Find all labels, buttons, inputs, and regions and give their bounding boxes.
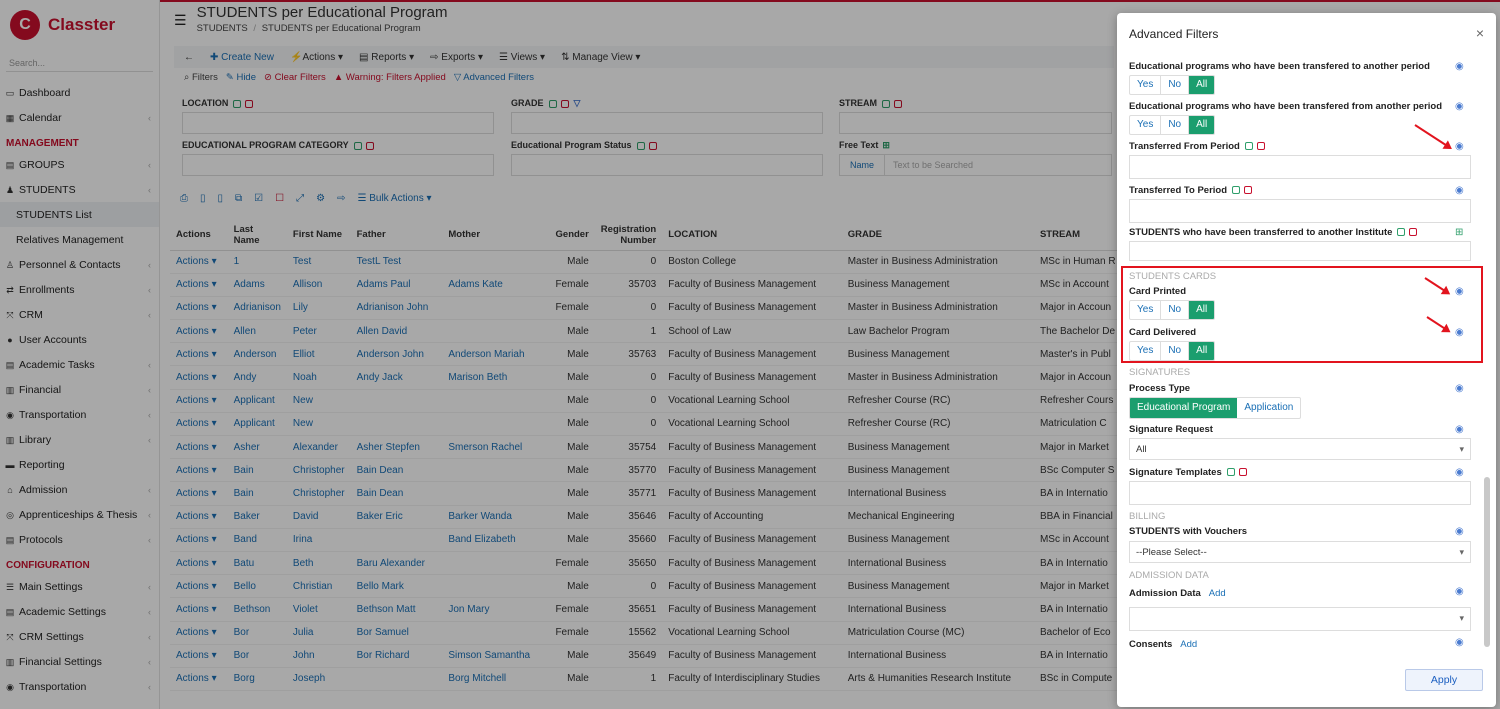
uncheck-icon[interactable]: [1256, 142, 1265, 151]
signature-templates-text: Signature Templates: [1129, 467, 1222, 478]
eye-slash-icon[interactable]: ◉: [1455, 327, 1464, 338]
transferred-to-period-input[interactable]: [1129, 199, 1471, 223]
card-delivered-label: Card Delivered: [1129, 327, 1197, 338]
card-delivered-toggle: Yes No All: [1129, 341, 1216, 361]
no-button[interactable]: No: [1161, 116, 1190, 134]
yes-button[interactable]: Yes: [1130, 342, 1162, 360]
students-cards-section: STUDENTS CARDS: [1129, 271, 1217, 282]
admission-data-add-link[interactable]: Add: [1209, 588, 1226, 599]
transfered-to-period-toggle: Yes No All: [1129, 75, 1216, 95]
process-type-label: Process Type: [1129, 383, 1191, 394]
eye-slash-icon[interactable]: ◉: [1455, 101, 1464, 112]
transferred-to-period-label: Transferred To Period: [1129, 185, 1253, 196]
scrollbar-thumb[interactable]: [1484, 477, 1490, 647]
eye-slash-icon[interactable]: ◉: [1455, 526, 1464, 537]
signatures-section: SIGNATURES: [1129, 367, 1191, 378]
transferred-institute-input[interactable]: [1129, 241, 1471, 261]
advanced-filters-modal: Advanced Filters × Educational programs …: [1117, 13, 1496, 707]
consents-text: Consents: [1129, 639, 1173, 650]
no-button[interactable]: No: [1161, 342, 1190, 360]
all-button[interactable]: All: [1189, 76, 1215, 94]
close-icon[interactable]: ×: [1476, 25, 1484, 41]
check-icon[interactable]: [1226, 468, 1235, 477]
transfered-to-period-label: Educational programs who have been trans…: [1129, 61, 1430, 72]
yes-button[interactable]: Yes: [1130, 301, 1162, 319]
admission-data-select[interactable]: [1129, 607, 1471, 631]
eye-slash-icon[interactable]: ◉: [1455, 286, 1464, 297]
process-type-toggle: Educational Program Application: [1129, 397, 1302, 419]
modal-scrollbar[interactable]: [1484, 57, 1490, 657]
yes-button[interactable]: Yes: [1130, 116, 1162, 134]
transferred-to-period-text: Transferred To Period: [1129, 185, 1228, 196]
eye-slash-icon[interactable]: ◉: [1455, 586, 1464, 597]
admission-data-label: Admission Data Add: [1129, 588, 1226, 599]
eye-slash-icon[interactable]: ◉: [1455, 185, 1464, 196]
uncheck-icon[interactable]: [1238, 468, 1247, 477]
check-icon[interactable]: [1397, 228, 1406, 237]
admission-data-section: ADMISSION DATA: [1129, 570, 1209, 581]
signature-templates-input[interactable]: [1129, 481, 1471, 505]
modal-title: Advanced Filters: [1129, 27, 1219, 41]
vouchers-label: STUDENTS with Vouchers: [1129, 526, 1248, 537]
check-icon[interactable]: [1232, 186, 1241, 195]
grid-icon[interactable]: ⊞: [1455, 227, 1463, 238]
eye-slash-icon[interactable]: ◉: [1455, 61, 1464, 72]
uncheck-icon[interactable]: [1244, 186, 1253, 195]
card-printed-toggle: Yes No All: [1129, 300, 1216, 320]
card-printed-label: Card Printed: [1129, 286, 1187, 297]
transfered-from-period-toggle: Yes No All: [1129, 115, 1216, 135]
vouchers-select[interactable]: --Please Select--: [1129, 541, 1471, 563]
all-button[interactable]: All: [1189, 301, 1215, 319]
transferred-from-period-text: Transferred From Period: [1129, 141, 1240, 152]
yes-button[interactable]: Yes: [1130, 76, 1162, 94]
transfered-from-period-label: Educational programs who have been trans…: [1129, 101, 1443, 112]
admission-data-text: Admission Data: [1129, 588, 1201, 599]
eye-slash-icon[interactable]: ◉: [1455, 141, 1464, 152]
transferred-from-period-input[interactable]: [1129, 155, 1471, 179]
all-button[interactable]: All: [1189, 342, 1215, 360]
process-type-educational-program[interactable]: Educational Program: [1130, 398, 1238, 418]
eye-slash-icon[interactable]: ◉: [1455, 467, 1464, 478]
check-icon[interactable]: [1244, 142, 1253, 151]
consents-label: Consents Add: [1129, 639, 1197, 650]
apply-button[interactable]: Apply: [1405, 669, 1483, 691]
signature-request-label: Signature Request: [1129, 424, 1213, 435]
all-button[interactable]: All: [1189, 116, 1215, 134]
signature-request-select[interactable]: All: [1129, 438, 1471, 460]
transferred-from-period-label: Transferred From Period: [1129, 141, 1265, 152]
transferred-institute-text: STUDENTS who have been transferred to an…: [1129, 227, 1393, 238]
uncheck-icon[interactable]: [1409, 228, 1418, 237]
modal-body: Educational programs who have been trans…: [1117, 57, 1496, 657]
eye-slash-icon[interactable]: ◉: [1455, 383, 1464, 394]
eye-slash-icon[interactable]: ◉: [1455, 424, 1464, 435]
consents-add-link[interactable]: Add: [1180, 639, 1197, 650]
no-button[interactable]: No: [1161, 301, 1190, 319]
eye-slash-icon[interactable]: ◉: [1455, 637, 1464, 648]
signature-templates-label: Signature Templates: [1129, 467, 1247, 478]
no-button[interactable]: No: [1161, 76, 1190, 94]
transferred-institute-label: STUDENTS who have been transferred to an…: [1129, 227, 1418, 238]
process-type-application[interactable]: Application: [1237, 398, 1300, 418]
billing-section: BILLING: [1129, 511, 1166, 522]
